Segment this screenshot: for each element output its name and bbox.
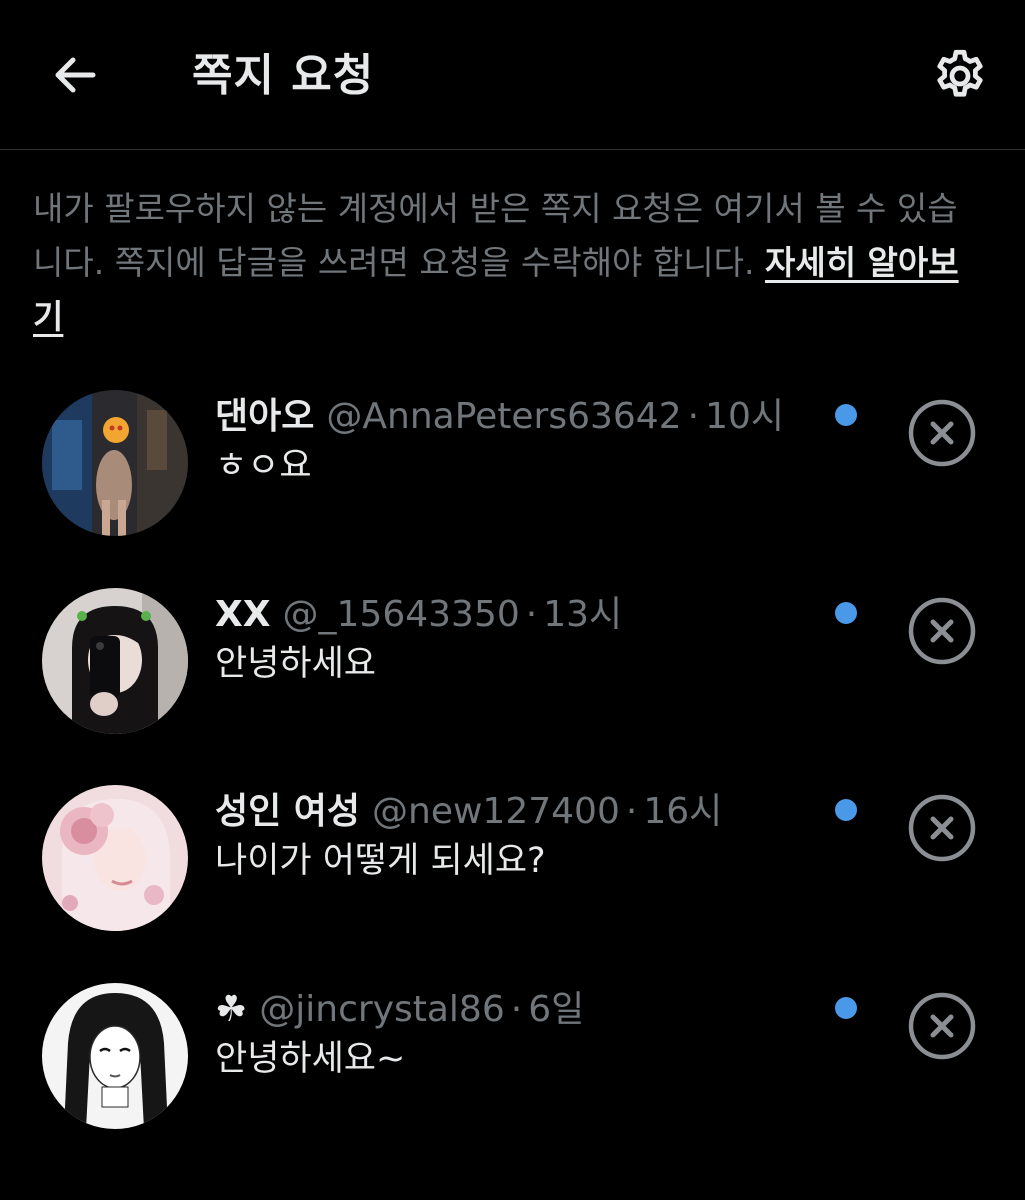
message-request-item[interactable]: ☘ @jincrystal86 · 6일 안녕하세요~ <box>0 983 1025 1179</box>
request-meta: 댄아오 @AnnaPeters63642 · 10시 <box>215 392 784 442</box>
separator: · <box>687 396 700 437</box>
sender-name: 댄아오 <box>215 396 315 437</box>
separator: · <box>625 791 638 832</box>
request-meta: ☘ @jincrystal86 · 6일 <box>215 985 584 1035</box>
unread-indicator <box>835 997 857 1019</box>
message-preview: ㅎㅇ요 <box>215 446 312 486</box>
dismiss-request-button[interactable] <box>906 595 978 667</box>
back-button[interactable] <box>42 42 108 108</box>
timestamp: 10시 <box>705 396 785 437</box>
requests-info-text: 내가 팔로우하지 않는 계정에서 받은 쪽지 요청은 여기서 볼 수 있습니다.… <box>33 182 973 344</box>
message-preview: 나이가 어떻게 되세요? <box>215 841 546 881</box>
avatar <box>42 390 188 536</box>
sender-name: ☘ <box>215 989 248 1030</box>
sender-name: 성인 여성 <box>215 791 361 832</box>
unread-indicator <box>835 799 857 821</box>
separator: · <box>525 594 538 635</box>
request-meta: XX @_15643350 · 13시 <box>215 590 622 640</box>
message-request-item[interactable]: 댄아오 @AnnaPeters63642 · 10시 ㅎㅇ요 <box>0 390 1025 586</box>
message-preview: 안녕하세요 <box>215 644 377 684</box>
timestamp: 13시 <box>543 594 623 635</box>
close-circle-icon <box>908 597 976 665</box>
dismiss-request-button[interactable] <box>906 397 978 469</box>
close-circle-icon <box>908 794 976 862</box>
message-request-item[interactable]: 성인 여성 @new127400 · 16시 나이가 어떻게 되세요? <box>0 785 1025 981</box>
sender-handle: @AnnaPeters63642 <box>326 396 682 437</box>
settings-button[interactable] <box>924 40 996 112</box>
avatar <box>42 785 188 931</box>
sender-handle: @_15643350 <box>282 594 520 635</box>
avatar <box>42 983 188 1129</box>
close-circle-icon <box>908 399 976 467</box>
close-circle-icon <box>908 992 976 1060</box>
arrow-left-icon <box>55 57 96 93</box>
message-request-item[interactable]: XX @_15643350 · 13시 안녕하세요 <box>0 588 1025 784</box>
sender-handle: @jincrystal86 <box>259 989 505 1030</box>
dismiss-request-button[interactable] <box>906 792 978 864</box>
separator: · <box>510 989 523 1030</box>
page-title: 쪽지 요청 <box>192 50 375 101</box>
message-requests-screen: 쪽지 요청 내가 팔로우하지 않는 계정에서 받은 쪽지 요청은 여기서 볼 수… <box>0 0 1025 1200</box>
unread-indicator <box>835 602 857 624</box>
request-meta: 성인 여성 @new127400 · 16시 <box>215 787 722 837</box>
avatar <box>42 588 188 734</box>
timestamp: 6일 <box>528 989 585 1030</box>
dismiss-request-button[interactable] <box>906 990 978 1062</box>
sender-name: XX <box>215 594 271 635</box>
sender-handle: @new127400 <box>372 791 620 832</box>
gear-icon <box>937 49 983 97</box>
message-preview: 안녕하세요~ <box>215 1039 406 1079</box>
top-bar: 쪽지 요청 <box>0 0 1025 150</box>
unread-indicator <box>835 404 857 426</box>
timestamp: 16시 <box>643 791 723 832</box>
